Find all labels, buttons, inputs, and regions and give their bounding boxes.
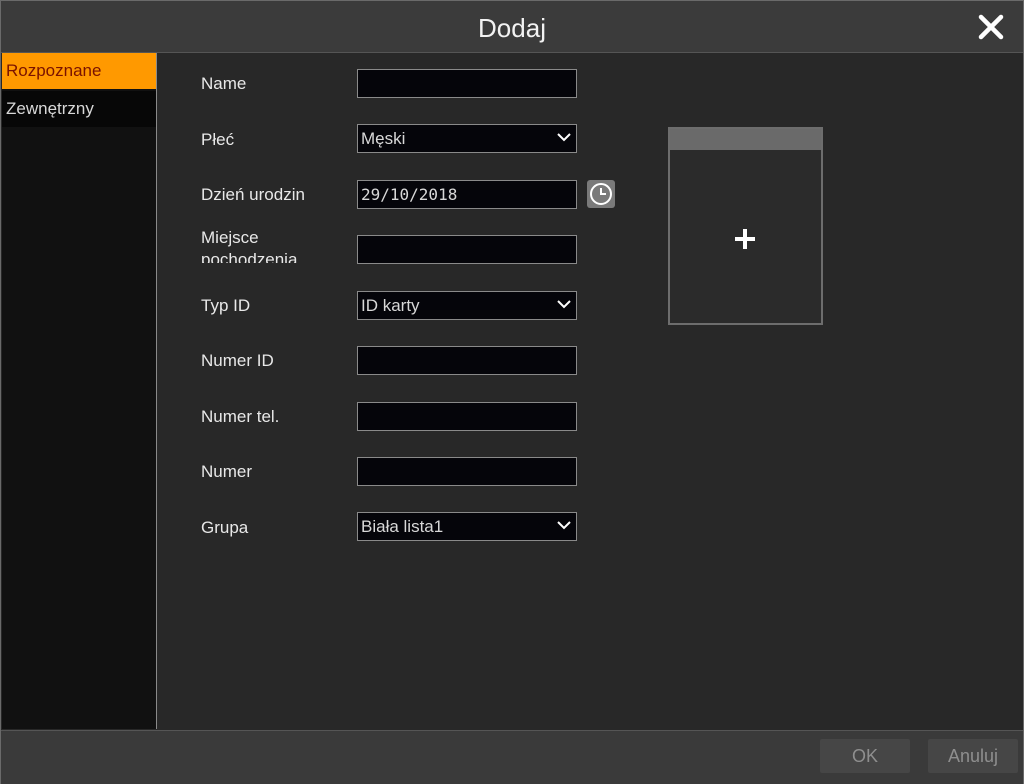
dialog-footer: OK Anuluj bbox=[1, 730, 1023, 784]
birthplace-label-line1: Miejsce bbox=[201, 229, 259, 247]
group-label: Grupa bbox=[201, 518, 249, 537]
close-icon bbox=[978, 14, 1004, 40]
add-dialog: Dodaj Rozpoznane Zewnętrzny Name Płeć Mę… bbox=[0, 0, 1024, 784]
chevron-down-icon bbox=[557, 521, 571, 530]
name-label: Name bbox=[201, 74, 247, 93]
id-type-select[interactable]: ID karty bbox=[357, 291, 577, 320]
number-field[interactable] bbox=[357, 457, 577, 486]
id-type-value: ID karty bbox=[361, 296, 420, 315]
birthplace-label: Miejsce pochodzenia bbox=[201, 229, 297, 263]
clock-icon bbox=[590, 183, 612, 205]
photo-header-bar bbox=[670, 129, 821, 150]
sidebar-item-rozpoznane[interactable]: Rozpoznane bbox=[2, 53, 156, 89]
title-bar: Dodaj bbox=[1, 1, 1023, 53]
cancel-button[interactable]: Anuluj bbox=[928, 739, 1018, 773]
photo-upload-box[interactable] bbox=[668, 127, 823, 325]
gender-value: Męski bbox=[361, 129, 406, 148]
dialog-title: Dodaj bbox=[478, 13, 546, 43]
category-sidebar: Rozpoznane Zewnętrzny bbox=[2, 53, 157, 729]
birthplace-label-line2: pochodzenia bbox=[201, 250, 298, 263]
birthday-field[interactable]: 29/10/2018 bbox=[357, 180, 577, 209]
chevron-down-icon bbox=[557, 133, 571, 142]
id-number-label: Numer ID bbox=[201, 351, 274, 370]
birthday-label: Dzień urodzin bbox=[201, 185, 305, 204]
id-type-label: Typ ID bbox=[201, 296, 251, 315]
name-field[interactable] bbox=[357, 69, 577, 98]
id-number-field[interactable] bbox=[357, 346, 577, 375]
chevron-down-icon bbox=[557, 300, 571, 309]
sidebar-item-zewnetrzny[interactable]: Zewnętrzny bbox=[2, 91, 156, 127]
phone-label: Numer tel. bbox=[201, 407, 280, 426]
phone-field[interactable] bbox=[357, 402, 577, 431]
birthplace-field[interactable] bbox=[357, 235, 577, 264]
number-label: Numer bbox=[201, 462, 253, 481]
date-picker-button[interactable] bbox=[587, 180, 615, 208]
close-button[interactable] bbox=[975, 11, 1007, 43]
gender-select[interactable]: Męski bbox=[357, 124, 577, 153]
gender-label: Płeć bbox=[201, 130, 235, 149]
ok-button[interactable]: OK bbox=[820, 739, 910, 773]
plus-icon bbox=[735, 229, 755, 249]
group-select[interactable]: Biała lista1 bbox=[357, 512, 577, 541]
group-value: Biała lista1 bbox=[361, 517, 444, 536]
